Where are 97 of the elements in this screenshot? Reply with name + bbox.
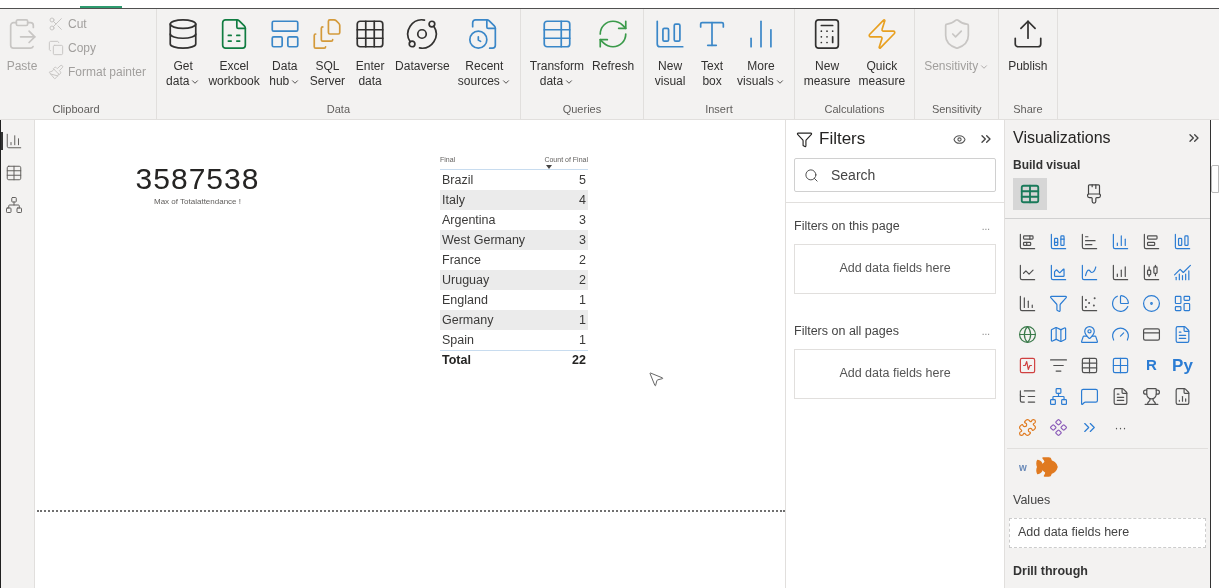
ribbon-button[interactable]: SQL Server bbox=[306, 9, 349, 89]
table-cell-text: West Germany bbox=[442, 231, 526, 249]
ribbon-button[interactable]: Transform data bbox=[526, 9, 588, 89]
more-button[interactable]: ... bbox=[981, 323, 996, 339]
eye-icon[interactable] bbox=[953, 132, 966, 146]
group-label: Insert bbox=[704, 101, 734, 117]
column-chart-icon[interactable] bbox=[1172, 231, 1193, 252]
visual-button[interactable]: Py bbox=[1172, 355, 1193, 376]
stacked-bar-chart-icon[interactable] bbox=[1017, 231, 1038, 252]
group-label: Share bbox=[1012, 101, 1044, 117]
candlestick-chart-icon[interactable] bbox=[1141, 262, 1162, 283]
ribbon-button[interactable]: Publish bbox=[1005, 9, 1051, 74]
area-chart-icon[interactable] bbox=[1048, 262, 1069, 283]
search-icon bbox=[804, 168, 819, 183]
trophy-icon[interactable] bbox=[1141, 386, 1162, 407]
table-cell-text: Argentina bbox=[442, 211, 496, 229]
well-title: Values bbox=[1012, 492, 1052, 509]
drop-zone[interactable]: Add data fields here bbox=[794, 348, 996, 399]
table-cell-text: Italy bbox=[442, 191, 465, 209]
funnel-icon[interactable] bbox=[1048, 293, 1069, 314]
map-icon[interactable] bbox=[1048, 324, 1069, 345]
card-value: 3587538 bbox=[135, 162, 260, 196]
ribbon-button[interactable]: Quick measure bbox=[855, 9, 909, 89]
table-cell-text: Uruguay bbox=[442, 271, 490, 289]
map-pin-icon[interactable] bbox=[1079, 324, 1100, 345]
component-icon[interactable] bbox=[1048, 417, 1069, 438]
speech-bubble-icon[interactable] bbox=[1079, 386, 1100, 407]
drop-zone[interactable]: Add data fields here bbox=[1009, 517, 1206, 548]
table-cell-text: Brazil bbox=[442, 171, 474, 189]
section-title: Build visual bbox=[1012, 157, 1082, 174]
table-cell-text: France bbox=[442, 251, 481, 269]
network-icon[interactable] bbox=[1048, 386, 1069, 407]
scatter-chart-icon[interactable] bbox=[1079, 293, 1100, 314]
table-cell-text: 1 bbox=[579, 291, 586, 309]
pane-title: Visualizations bbox=[1013, 128, 1111, 148]
pie-chart-icon[interactable] bbox=[1110, 293, 1131, 314]
ribbon-button[interactable]: More visuals bbox=[734, 9, 788, 89]
ribbon-button[interactable]: Refresh bbox=[589, 9, 638, 74]
matrix-icon[interactable] bbox=[1110, 355, 1131, 376]
ribbon-button[interactable]: Dataverse bbox=[392, 9, 453, 74]
table-cell-text: Spain bbox=[442, 331, 474, 349]
section-title: Filters on all pages bbox=[794, 322, 899, 340]
table-cell-text: England bbox=[442, 291, 488, 309]
ribbon-button[interactable]: Text box bbox=[692, 9, 733, 89]
section-title: Filters on this page bbox=[794, 218, 900, 235]
pane-title: Filters bbox=[819, 128, 867, 151]
cursor-icon bbox=[647, 370, 665, 388]
total-label: Total bbox=[442, 352, 471, 370]
table-icon bbox=[1019, 183, 1041, 205]
table-cell-text: 3 bbox=[579, 231, 586, 249]
visual-button[interactable]: ··· bbox=[1110, 417, 1131, 438]
fish-icon[interactable] bbox=[1034, 455, 1059, 479]
paintbrush-icon bbox=[48, 64, 64, 80]
orbit-icon bbox=[405, 17, 440, 51]
group-label: Clipboard bbox=[51, 101, 101, 117]
table-cell-text: 3 bbox=[579, 211, 586, 229]
group-label: Data bbox=[325, 101, 352, 117]
ribbon-button[interactable]: Excel workbook bbox=[205, 9, 263, 89]
group-label: Sensitivity bbox=[930, 101, 983, 117]
search-field[interactable]: Search bbox=[794, 158, 996, 192]
treemap-icon[interactable] bbox=[1172, 293, 1193, 314]
column-chart-icon[interactable] bbox=[1110, 231, 1131, 252]
group-label: Calculations bbox=[823, 101, 886, 117]
copy-icon bbox=[48, 40, 64, 56]
more-button[interactable]: ... bbox=[981, 218, 996, 234]
table-icon[interactable] bbox=[1079, 355, 1100, 376]
report-view-icon[interactable] bbox=[1, 132, 23, 150]
ribbon-button[interactable]: New measure bbox=[800, 9, 854, 89]
spline-chart-icon[interactable] bbox=[1079, 262, 1100, 283]
ribbon-button[interactable]: Data hub bbox=[264, 9, 305, 89]
total-value: 22 bbox=[572, 352, 586, 370]
filter-icon bbox=[796, 130, 813, 148]
ribbon-button[interactable]: Get data bbox=[163, 9, 204, 89]
stacked-column-chart-icon[interactable] bbox=[1048, 231, 1069, 252]
ribbon-button[interactable]: Recent sources bbox=[454, 9, 514, 89]
sort-arrow-icon bbox=[546, 165, 553, 169]
table-cell-text: 1 bbox=[579, 331, 586, 349]
drop-zone[interactable]: Add data fields here bbox=[794, 243, 996, 294]
globe-icon[interactable] bbox=[1017, 324, 1038, 345]
scissors-icon bbox=[48, 16, 64, 32]
table-cell-text: Germany bbox=[442, 311, 494, 329]
ribbon-button[interactable]: Enter data bbox=[350, 9, 391, 89]
section-title: Drill through bbox=[1012, 562, 1089, 580]
bar-chart-icon[interactable] bbox=[1141, 231, 1162, 252]
group-label: Queries bbox=[561, 101, 603, 117]
bar-chart-icon[interactable] bbox=[1079, 231, 1100, 252]
line-chart-icon[interactable] bbox=[1017, 262, 1038, 283]
table-cell-text: 5 bbox=[579, 171, 586, 189]
visual-button[interactable]: R bbox=[1141, 355, 1162, 376]
table-cell-text: 1 bbox=[579, 311, 586, 329]
table-cell-text: 2 bbox=[579, 271, 586, 289]
card-label: Max of Totalattendance ! bbox=[154, 196, 241, 208]
table-cell-text: 2 bbox=[579, 251, 586, 269]
fields-tab[interactable] bbox=[1013, 178, 1047, 210]
puzzle-icon[interactable] bbox=[1017, 417, 1038, 438]
ribbon-button[interactable]: New visual bbox=[650, 9, 691, 89]
table-cell-text: 4 bbox=[579, 191, 586, 209]
